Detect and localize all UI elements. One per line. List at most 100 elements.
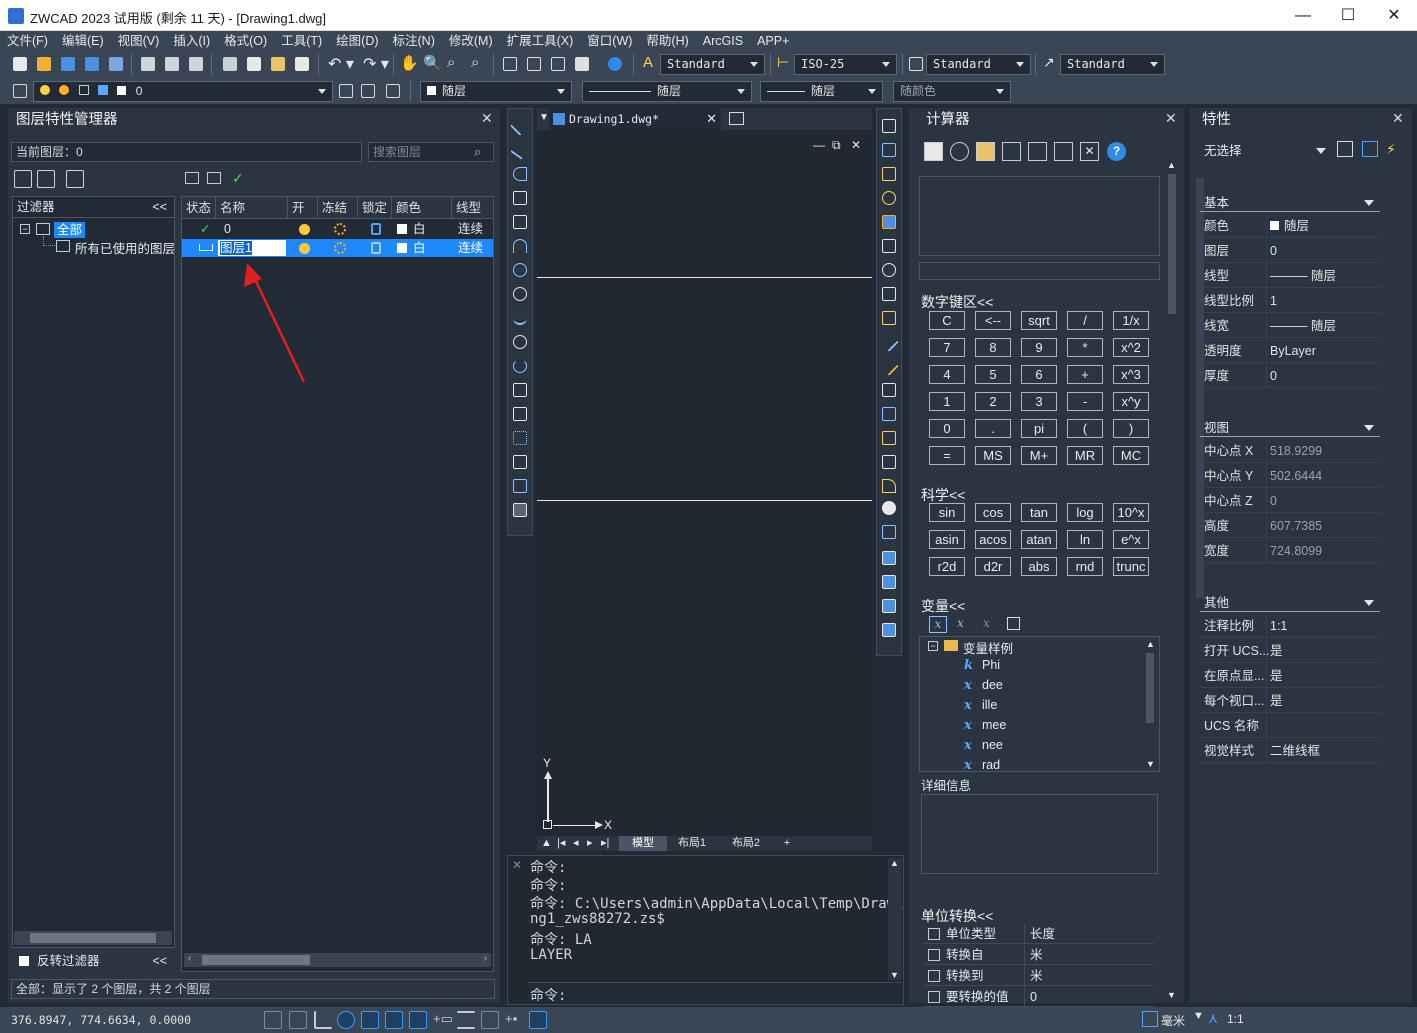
erase-icon[interactable] xyxy=(880,117,898,135)
property-row[interactable]: 颜色 随层 xyxy=(1200,214,1380,238)
menu-insert[interactable]: 插入(I) xyxy=(166,31,217,51)
unlock-icon[interactable] xyxy=(371,223,381,235)
arc-icon[interactable] xyxy=(511,237,529,255)
light-bulb-icon[interactable] xyxy=(299,243,310,254)
revision-cloud-icon[interactable] xyxy=(511,285,529,303)
numpad-key[interactable]: 2 xyxy=(975,392,1011,411)
new-variable-icon[interactable]: x xyxy=(929,616,947,633)
property-row[interactable]: 每个视口... 是 xyxy=(1200,689,1380,713)
filter-used-item[interactable]: 所有已使用的图层 xyxy=(75,238,175,257)
numpad-key[interactable]: * xyxy=(1067,338,1103,357)
rectangle-icon[interactable] xyxy=(511,213,529,231)
layer-state-icon[interactable] xyxy=(383,81,403,101)
clear-icon[interactable] xyxy=(924,142,943,161)
numpad-key[interactable]: ) xyxy=(1113,419,1149,438)
object-snap-icon[interactable] xyxy=(361,1011,379,1029)
layout-prev-icon[interactable]: ◂ xyxy=(573,836,579,851)
col-status[interactable]: 状态 xyxy=(182,197,216,219)
color-select[interactable]: 随层 xyxy=(420,81,572,102)
selection-dropdown[interactable]: 无选择 xyxy=(1198,141,1330,161)
numpad-key[interactable]: x^3 xyxy=(1113,365,1149,384)
mirror-icon[interactable] xyxy=(880,165,898,183)
batch-save-icon[interactable] xyxy=(106,54,126,74)
menu-draw[interactable]: 绘图(D) xyxy=(329,31,385,51)
angle-icon[interactable] xyxy=(1054,142,1073,161)
text-style-select[interactable]: Standard xyxy=(660,54,765,75)
filter-all-item[interactable]: 全部 xyxy=(54,222,86,238)
property-row[interactable]: 中心点 Z 0 xyxy=(1200,489,1380,513)
variable-item[interactable]: mee xyxy=(982,718,1006,732)
property-row[interactable]: 线型比例 1 xyxy=(1200,289,1380,313)
edit-hatch-icon[interactable] xyxy=(880,523,898,541)
invert-filter-checkbox[interactable] xyxy=(19,956,29,966)
col-color[interactable]: 颜色 xyxy=(392,197,452,219)
unit-value[interactable]: 长度 xyxy=(1030,924,1055,944)
break-icon[interactable] xyxy=(880,405,898,423)
snap-grid-icon[interactable] xyxy=(264,1011,282,1029)
numpad-key[interactable]: 0 xyxy=(929,419,965,438)
join-icon[interactable] xyxy=(880,429,898,447)
selection-cycling-icon[interactable]: +▪ xyxy=(505,1011,523,1029)
insert-block-icon[interactable] xyxy=(511,381,529,399)
tree-collapse-icon[interactable]: − xyxy=(928,641,938,651)
transparency-icon[interactable] xyxy=(481,1011,499,1029)
make-current-layer-icon[interactable] xyxy=(336,81,356,101)
delete-variable-icon[interactable]: x xyxy=(983,616,990,630)
table-style-icon[interactable] xyxy=(906,54,926,74)
object-snap-tracking-icon[interactable] xyxy=(385,1011,403,1029)
viewport-minimize-icon[interactable]: — xyxy=(813,138,825,152)
dim-style-icon[interactable]: ⊢ xyxy=(774,54,794,74)
numpad-key[interactable]: MS xyxy=(975,446,1011,465)
scientific-key[interactable]: acos xyxy=(975,530,1011,549)
property-row[interactable]: 图层 0 xyxy=(1200,239,1380,263)
paste-value-icon[interactable] xyxy=(976,142,995,161)
unit-value[interactable]: 米 xyxy=(1030,966,1043,986)
help-icon[interactable] xyxy=(605,54,625,74)
layout-first-icon[interactable]: |◂ xyxy=(557,836,565,851)
new-file-icon[interactable] xyxy=(10,54,30,74)
rotate-icon[interactable] xyxy=(880,261,898,279)
command-scrollbar[interactable]: ▲ ▼ xyxy=(888,858,902,980)
property-value[interactable]: 1:1 xyxy=(1270,614,1287,638)
calculator-input[interactable] xyxy=(919,262,1160,280)
close-properties-icon[interactable]: ✕ xyxy=(1392,110,1409,127)
make-block-icon[interactable] xyxy=(511,405,529,423)
offset-icon[interactable] xyxy=(880,189,898,207)
point-icon[interactable] xyxy=(511,429,529,447)
open-file-icon[interactable] xyxy=(34,54,54,74)
menu-arcgis[interactable]: ArcGIS xyxy=(696,31,750,51)
layer-row[interactable]: ✓ 0 白 连续 xyxy=(182,220,493,238)
dim-style-select[interactable]: ISO-25 xyxy=(794,54,897,75)
line-icon[interactable] xyxy=(510,116,530,136)
fillet-icon[interactable] xyxy=(880,477,898,495)
print-preview-icon[interactable] xyxy=(162,54,182,74)
numpad-key[interactable]: 5 xyxy=(975,365,1011,384)
numpad-key[interactable]: 1 xyxy=(929,392,965,411)
tab-model[interactable]: 模型 xyxy=(619,836,667,851)
layer-manager-icon[interactable] xyxy=(10,81,30,101)
polygon-icon[interactable] xyxy=(511,189,529,207)
text-style-icon[interactable]: A xyxy=(640,54,660,74)
close-window-button[interactable]: ✕ xyxy=(1371,0,1417,31)
unit-row[interactable]: 要转换的值 0 xyxy=(924,987,1154,1007)
clear-history-icon[interactable] xyxy=(950,142,969,161)
variables-root[interactable]: 变量样例 xyxy=(963,638,1013,657)
print-icon[interactable] xyxy=(138,54,158,74)
property-value[interactable]: 1 xyxy=(1270,289,1277,313)
collapse-filters-icon[interactable]: << xyxy=(152,196,167,218)
sun-icon[interactable] xyxy=(334,223,346,235)
extend-icon[interactable] xyxy=(879,356,899,376)
menu-format[interactable]: 格式(O) xyxy=(217,31,274,51)
quick-select-icon[interactable]: ⚡ xyxy=(1386,141,1402,157)
hatch-icon[interactable] xyxy=(511,453,529,471)
stretch-icon[interactable] xyxy=(880,309,898,327)
property-row[interactable]: UCS 名称 xyxy=(1200,714,1380,738)
numpad-key[interactable]: x^y xyxy=(1113,392,1149,411)
unit-row[interactable]: 转换到 米 xyxy=(924,966,1154,986)
select-objects-icon[interactable] xyxy=(1362,141,1378,157)
lineweight-icon[interactable] xyxy=(457,1011,475,1029)
tab-layout1[interactable]: 布局1 xyxy=(667,836,717,851)
menu-view[interactable]: 视图(V) xyxy=(111,31,167,51)
scientific-key[interactable]: r2d xyxy=(929,557,965,576)
variables-label[interactable]: 变量<< xyxy=(921,596,965,616)
